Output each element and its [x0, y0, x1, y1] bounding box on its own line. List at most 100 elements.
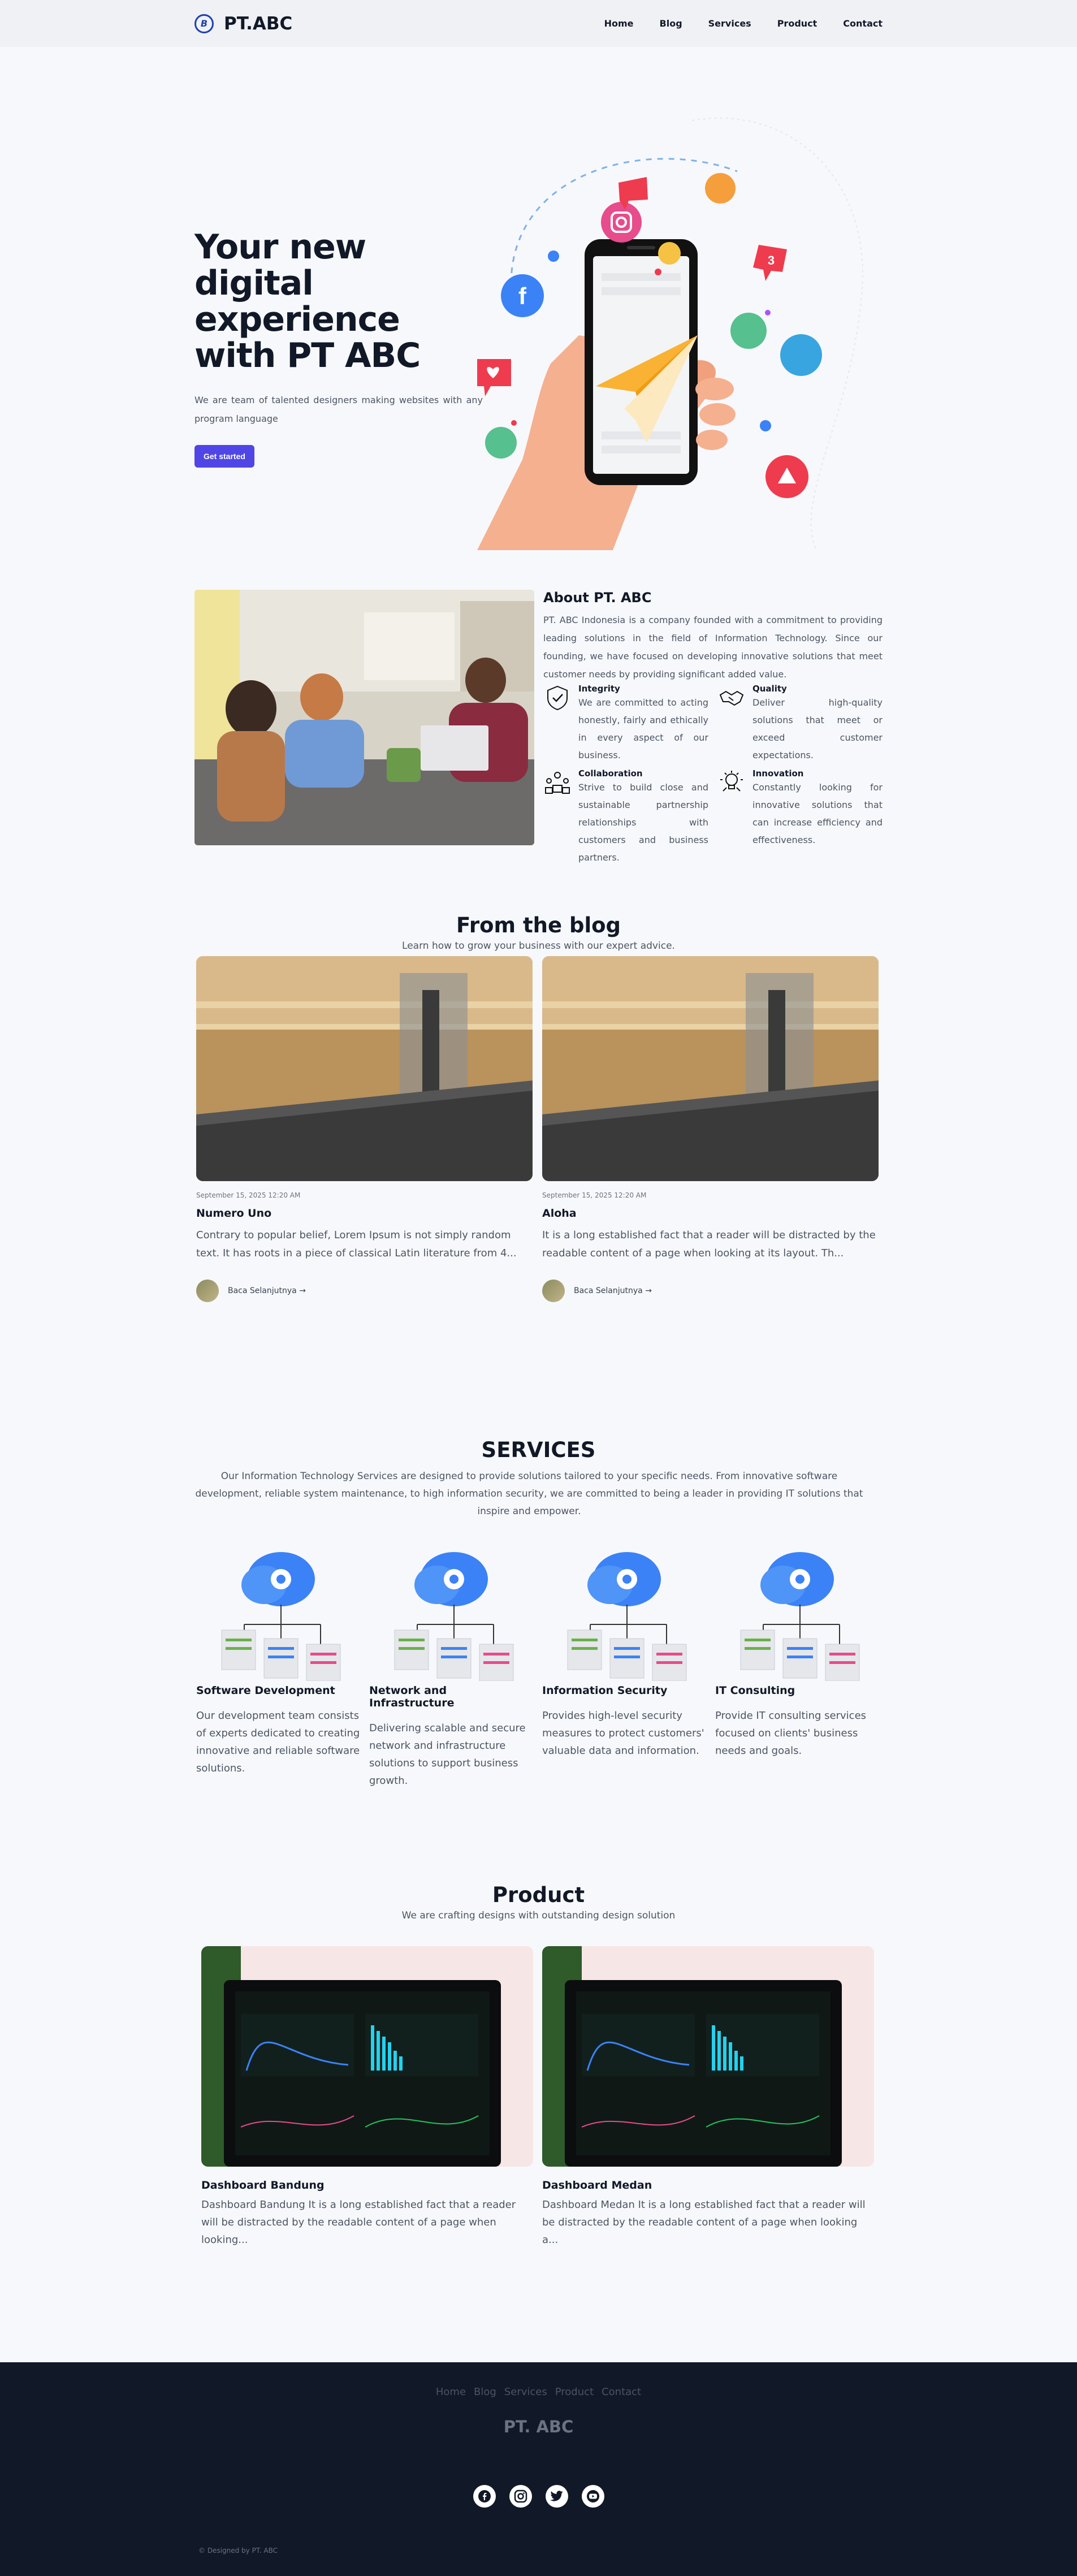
- value-desc: Deliver high-quality solutions that meet…: [752, 697, 883, 760]
- lightbulb-icon: [720, 771, 743, 792]
- nav-blog[interactable]: Blog: [660, 18, 682, 29]
- service-card[interactable]: Software Development Our development tea…: [196, 1545, 360, 1790]
- blog-author: Baca Selanjutnya →: [196, 1280, 533, 1302]
- hero-title: Your new digital experience with PT ABC: [194, 227, 421, 375]
- services-subtitle: Our Information Technology Services are …: [195, 1471, 863, 1517]
- value-desc: We are committed to acting honestly, fai…: [578, 697, 708, 760]
- service-desc: Provide IT consulting services focused o…: [715, 1710, 867, 1757]
- nav-home[interactable]: Home: [604, 18, 634, 29]
- blog-date: September 15, 2025 12:20 AM: [196, 1191, 301, 1199]
- site-header: B PT.ABC Home Blog Services Product Cont…: [0, 0, 1077, 47]
- product-title: Dashboard Medan: [542, 2179, 652, 2192]
- cloud-server-icon: [567, 1552, 687, 1682]
- value-innovation: Innovation Constantly looking for innovat…: [717, 768, 883, 866]
- blog-card[interactable]: September 15, 2025 12:20 AM Aloha It is …: [542, 956, 879, 1302]
- about-section: About PT. ABC PT. ABC Indonesia is a com…: [0, 550, 1077, 884]
- services-title: SERVICES: [481, 1438, 596, 1462]
- services-section: SERVICES Our Information Technology Serv…: [0, 1404, 1077, 1853]
- youtube-icon[interactable]: [581, 2485, 604, 2508]
- product-title: Dashboard Bandung: [201, 2179, 325, 2192]
- services-grid: Software Development Our development tea…: [194, 1545, 883, 1790]
- handshake-icon: [719, 690, 744, 706]
- product-grid: Dashboard Bandung Dashboard Bandung It i…: [194, 1946, 883, 2249]
- value-title: Collaboration: [578, 768, 643, 779]
- cloud-server-icon: [740, 1552, 860, 1682]
- hero-illustration: f 3: [477, 118, 863, 550]
- read-more-link[interactable]: Baca Selanjutnya →: [574, 1286, 652, 1295]
- blog-date: September 15, 2025 12:20 AM: [542, 1191, 647, 1199]
- blog-post-title[interactable]: Numero Uno: [196, 1207, 533, 1220]
- brand[interactable]: B PT.ABC: [194, 14, 292, 34]
- about-description: PT. ABC Indonesia is a company founded w…: [543, 615, 883, 680]
- shield-check-icon: [547, 685, 568, 711]
- nav-product[interactable]: Product: [777, 18, 818, 29]
- twitter-icon[interactable]: [545, 2485, 568, 2508]
- product-image: [542, 1946, 874, 2167]
- about-title: About PT. ABC: [543, 590, 652, 606]
- footer-nav-blog[interactable]: Blog: [474, 2386, 496, 2398]
- value-integrity: Integrity We are committed to acting hone…: [543, 684, 708, 764]
- logo-icon: B: [194, 14, 214, 33]
- copyright: © Designed by PT. ABC: [198, 2547, 278, 2555]
- product-desc: Dashboard Bandung It is a long establish…: [201, 2199, 516, 2246]
- service-card[interactable]: Network and Infrastructure Delivering sc…: [369, 1545, 533, 1790]
- product-desc: Dashboard Medan It is a long established…: [542, 2199, 866, 2246]
- cloud-server-icon: [221, 1552, 341, 1682]
- avatar: [542, 1280, 565, 1302]
- footer-nav-services[interactable]: Services: [504, 2386, 547, 2398]
- facebook-icon[interactable]: [473, 2485, 496, 2508]
- service-title: Software Development: [196, 1684, 335, 1697]
- product-card[interactable]: Dashboard Medan Dashboard Medan It is a …: [542, 1946, 874, 2249]
- blog-excerpt: Contrary to popular belief, Lorem Ipsum …: [196, 1229, 517, 1259]
- service-title: Network and Infrastructure: [369, 1684, 455, 1709]
- blog-excerpt: It is a long established fact that a rea…: [542, 1229, 876, 1259]
- hero-section: Your new digital experience with PT ABC …: [0, 47, 1077, 550]
- site-footer: Home Blog Services Product Contact PT. A…: [0, 2362, 1077, 2576]
- blog-author: Baca Selanjutnya →: [542, 1280, 879, 1302]
- about-team-photo: [194, 590, 534, 845]
- product-title: Product: [492, 1883, 585, 1907]
- hero-subtitle: We are team of talented designers making…: [194, 395, 483, 424]
- product-card[interactable]: Dashboard Bandung Dashboard Bandung It i…: [201, 1946, 533, 2249]
- value-title: Quality: [752, 684, 787, 694]
- about-body: About PT. ABC PT. ABC Indonesia is a com…: [543, 590, 883, 866]
- blog-section: From the blog Learn how to grow your bus…: [0, 884, 1077, 1404]
- footer-nav-contact[interactable]: Contact: [602, 2386, 641, 2398]
- service-title: Information Security: [542, 1684, 668, 1697]
- get-started-button[interactable]: Get started: [194, 445, 254, 468]
- footer-nav-home[interactable]: Home: [436, 2386, 466, 2398]
- service-title: IT Consulting: [715, 1684, 795, 1697]
- product-subtitle: We are crafting designs with outstanding…: [401, 1910, 676, 1921]
- brand-name: PT.ABC: [224, 13, 293, 34]
- blog-image: [542, 956, 879, 1181]
- blog-subtitle: Learn how to grow your business with our…: [402, 940, 675, 952]
- hero-text: Your new digital experience with PT ABC …: [194, 229, 483, 468]
- nav-services[interactable]: Services: [708, 18, 751, 29]
- blog-post-title[interactable]: Aloha: [542, 1207, 879, 1220]
- value-title: Innovation: [752, 768, 804, 779]
- values-grid: Integrity We are committed to acting hone…: [543, 684, 883, 866]
- footer-nav: Home Blog Services Product Contact: [0, 2362, 1077, 2398]
- value-quality: Quality Deliver high-quality solutions th…: [717, 684, 883, 764]
- service-card[interactable]: Information Security Provides high-level…: [542, 1545, 706, 1790]
- avatar: [196, 1280, 219, 1302]
- blog-card[interactable]: September 15, 2025 12:20 AM Numero Uno C…: [196, 956, 533, 1302]
- team-icon: [545, 772, 570, 794]
- read-more-link[interactable]: Baca Selanjutnya →: [228, 1286, 306, 1295]
- value-desc: Constantly looking for innovative soluti…: [752, 782, 883, 845]
- cloud-server-icon: [394, 1552, 514, 1682]
- blog-image: [196, 956, 533, 1181]
- blog-grid: September 15, 2025 12:20 AM Numero Uno C…: [194, 956, 883, 1302]
- blog-title: From the blog: [456, 913, 621, 937]
- value-collaboration: Collaboration Strive to build close and s…: [543, 768, 708, 866]
- social-links: [0, 2485, 1077, 2508]
- instagram-icon[interactable]: [509, 2485, 532, 2508]
- value-desc: Strive to build close and sustainable pa…: [578, 782, 708, 863]
- product-section: Product We are crafting designs with out…: [0, 1853, 1077, 2362]
- service-card[interactable]: IT Consulting Provide IT consulting serv…: [715, 1545, 879, 1790]
- footer-nav-product[interactable]: Product: [555, 2386, 594, 2398]
- product-image: [201, 1946, 533, 2167]
- service-desc: Delivering scalable and secure network a…: [369, 1722, 526, 1787]
- nav-contact[interactable]: Contact: [843, 18, 883, 29]
- svg-text:f: f: [518, 283, 527, 309]
